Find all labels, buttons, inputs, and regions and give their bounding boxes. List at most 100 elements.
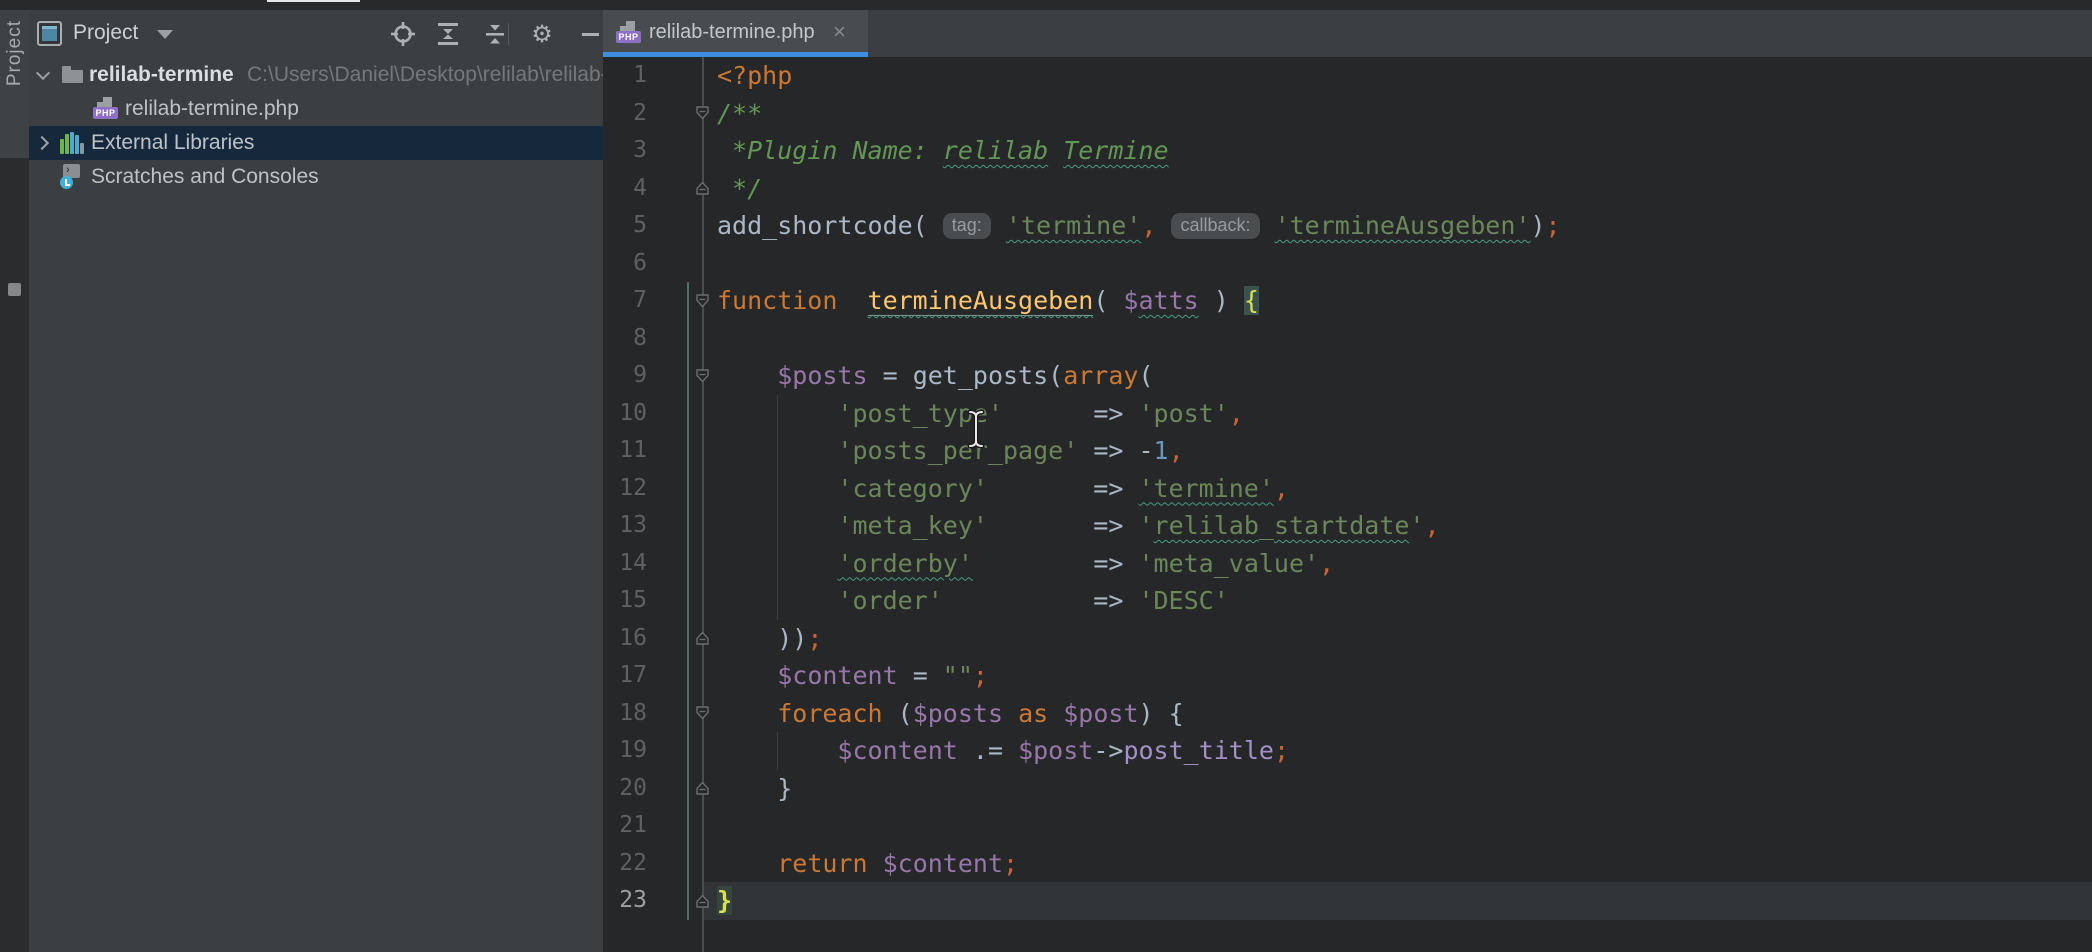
line-number: 15 — [603, 582, 647, 620]
code-line[interactable]: function termineAusgeben( $atts ) { — [717, 282, 1561, 320]
code-line[interactable]: } — [717, 882, 1561, 920]
collapse-all-icon[interactable] — [482, 21, 508, 47]
code-line[interactable]: } — [717, 770, 1561, 808]
code-token — [717, 399, 837, 428]
code-line[interactable]: 'orderby' => 'meta_value', — [717, 545, 1561, 583]
line-number: 19 — [603, 732, 647, 770]
scratches-icon: › — [60, 164, 85, 189]
code-line[interactable]: add_shortcode( tag: 'termine', callback:… — [717, 207, 1561, 245]
fold-collapse-icon[interactable] — [695, 294, 710, 308]
close-tab-icon[interactable]: × — [833, 19, 846, 45]
tree-row-php-file[interactable]: PHP relilab-termine.php — [29, 92, 603, 126]
tool-window-button-project[interactable]: Project — [0, 10, 29, 158]
code-token: , — [1229, 399, 1244, 428]
code-token: ; — [973, 661, 988, 690]
fold-end-icon[interactable] — [695, 894, 710, 908]
expand-all-icon[interactable] — [435, 21, 461, 47]
code-line[interactable]: 'order' => 'DESC' — [717, 582, 1561, 620]
settings-gear-icon[interactable]: ⚙ — [529, 21, 555, 47]
code-line[interactable]: /** — [717, 95, 1561, 133]
fold-end-icon[interactable] — [695, 781, 710, 795]
project-panel-title[interactable]: Project — [73, 21, 138, 45]
code-line[interactable]: foreach ($posts as $post) { — [717, 695, 1561, 733]
code-line[interactable]: $content = ""; — [717, 657, 1561, 695]
code-line[interactable]: <?php — [717, 57, 1561, 95]
code-token: $posts — [777, 361, 867, 390]
window-top-bar — [0, 0, 2092, 10]
code-token: $post — [1063, 699, 1138, 728]
tree-row-scratches[interactable]: › Scratches and Consoles — [29, 160, 603, 194]
code-token — [973, 549, 1093, 578]
chevron-down-icon[interactable] — [157, 30, 173, 39]
tree-row-project-root[interactable]: relilab-termine C:\Users\Daniel\Desktop\… — [29, 58, 603, 92]
code-line[interactable]: return $content; — [717, 845, 1561, 883]
code-line[interactable] — [717, 320, 1561, 358]
code-line[interactable]: 'posts_per_page' => -1, — [717, 432, 1561, 470]
tab-relilab-termine-php[interactable]: PHP relilab-termine.php × — [603, 10, 868, 57]
code-line[interactable]: *Plugin Name: relilab Termine — [717, 132, 1561, 170]
line-number: 10 — [603, 395, 647, 433]
code-line[interactable]: 'post_type' => 'post', — [717, 395, 1561, 433]
fold-collapse-icon[interactable] — [695, 369, 710, 383]
code-token — [868, 849, 883, 878]
line-number: 8 — [603, 320, 647, 358]
code-token: $content — [837, 736, 957, 765]
code-token: , — [1319, 549, 1334, 578]
code-token: ( — [883, 699, 913, 728]
code-token: get_posts( — [913, 361, 1064, 390]
code-token: 'category' — [837, 474, 988, 503]
chevron-down-icon[interactable] — [36, 66, 50, 80]
line-number: 14 — [603, 545, 647, 583]
code-token — [1003, 399, 1093, 428]
external-libraries-icon — [60, 132, 84, 154]
line-number: 18 — [603, 695, 647, 733]
code-token: ; — [1546, 211, 1561, 240]
code-token: startdate — [1274, 511, 1409, 540]
tree-row-external-libraries[interactable]: External Libraries — [29, 126, 603, 160]
editor-area: PHP relilab-termine.php × 12345678910111… — [603, 10, 2092, 952]
code-token: ; — [807, 624, 822, 653]
line-number: 20 — [603, 770, 647, 808]
code-line[interactable]: 'category' => 'termine', — [717, 470, 1561, 508]
code-token: 'termine' — [1138, 474, 1273, 503]
line-number: 13 — [603, 507, 647, 545]
code-line[interactable]: )); — [717, 620, 1561, 658]
fold-collapse-icon[interactable] — [695, 106, 710, 120]
locate-icon[interactable] — [390, 21, 416, 47]
tool-window-button-label: Project — [4, 20, 26, 86]
line-number: 2 — [603, 95, 647, 133]
code-line[interactable] — [717, 245, 1561, 283]
code-line[interactable]: $content .= $post->post_title; — [717, 732, 1561, 770]
code-token: 'termine' — [1006, 211, 1141, 240]
tab-title: relilab-termine.php — [649, 21, 815, 44]
code-token: relilab — [1154, 511, 1259, 540]
code-line[interactable]: */ — [717, 170, 1561, 208]
code-token: 'post' — [1138, 399, 1228, 428]
code-token: 1 — [1154, 436, 1169, 465]
code-token — [717, 624, 777, 653]
project-panel: Project ⚙ relilab-termine C:\Users\Dan — [29, 10, 603, 952]
code-lines: <?php/** *Plugin Name: relilab Termine *… — [717, 57, 1561, 920]
code-token: 'meta_key' — [837, 511, 988, 540]
code-line[interactable]: $posts = get_posts(array( — [717, 357, 1561, 395]
fold-collapse-icon[interactable] — [695, 706, 710, 720]
tree-root-label: relilab-termine — [89, 63, 234, 87]
code-token: 'posts_per_page' — [837, 436, 1078, 465]
hide-panel-icon[interactable] — [582, 33, 599, 36]
code-line[interactable] — [717, 807, 1561, 845]
code-token — [991, 211, 1006, 240]
tool-window-square-icon[interactable] — [8, 283, 21, 296]
tree-libraries-label: External Libraries — [91, 131, 254, 155]
php-file-icon: PHP — [616, 21, 643, 45]
fold-end-icon[interactable] — [695, 181, 710, 195]
tree-root-path: C:\Users\Daniel\Desktop\relilab\relilab-… — [247, 63, 603, 87]
code-token: , — [1141, 211, 1156, 240]
code-token — [1048, 699, 1063, 728]
chevron-right-icon[interactable] — [35, 136, 49, 150]
code-token: function — [717, 286, 837, 315]
code-line[interactable]: 'meta_key' => 'relilab_startdate', — [717, 507, 1561, 545]
code-editor[interactable]: 1234567891011121314151617181920212223 <?… — [603, 57, 2092, 952]
fold-end-icon[interactable] — [695, 631, 710, 645]
line-number: 1 — [603, 57, 647, 95]
php-file-icon: PHP — [93, 97, 120, 121]
